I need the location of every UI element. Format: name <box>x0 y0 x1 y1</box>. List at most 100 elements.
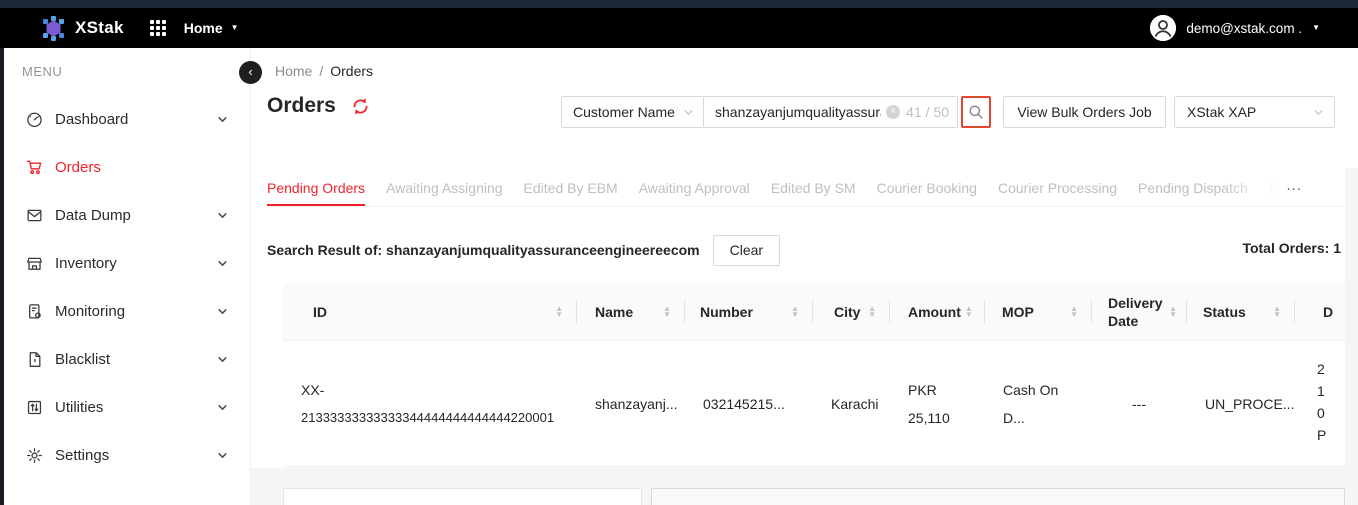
dashboard-gauge-icon <box>26 111 43 128</box>
toolbar: Customer Name × 41 / 50 <box>561 96 1335 128</box>
sidebar-item-monitoring[interactable]: Monitoring <box>4 287 250 335</box>
brand-logo[interactable]: XStak <box>40 15 124 42</box>
sidebar-item-label: Monitoring <box>55 303 125 320</box>
page-title: Orders <box>267 94 336 118</box>
top-navigation-bar: XStak Home ▼ demo@xstak.com . ▼ <box>0 8 1358 48</box>
chevron-down-icon <box>217 402 228 413</box>
user-email: demo@xstak.com . <box>1186 21 1302 36</box>
clear-search-button[interactable]: Clear <box>713 235 780 266</box>
order-table-row: XX- 21333333333333344444444444444220001 … <box>283 341 1345 467</box>
sidebar-item-label: Blacklist <box>55 351 110 368</box>
char-counter: 41 / 50 <box>906 104 949 120</box>
user-menu[interactable]: demo@xstak.com . ▼ <box>1150 15 1320 41</box>
xap-select[interactable]: XStak XAP <box>1174 96 1335 128</box>
search-icon <box>968 104 984 120</box>
tab-awaiting-approval[interactable]: Awaiting Approval <box>639 170 750 206</box>
search-input-wrap: × 41 / 50 <box>703 96 958 128</box>
caret-down-icon: ▼ <box>1312 24 1320 32</box>
sidebar-item-label: Dashboard <box>55 111 128 128</box>
cell-city: Karachi <box>813 390 890 418</box>
breadcrumb-separator: / <box>319 63 323 79</box>
sort-icon[interactable]: ▲▼ <box>555 306 563 318</box>
order-status-tabs: Pending Orders Awaiting Assigning Edited… <box>267 170 1345 207</box>
chevron-left-icon: ‹ <box>248 65 252 78</box>
apps-grid-icon[interactable] <box>150 20 166 36</box>
caret-down-icon: ▼ <box>231 24 239 32</box>
envelope-icon <box>26 207 43 224</box>
tab-edited-by-ebm[interactable]: Edited By EBM <box>524 170 618 206</box>
clear-input-icon[interactable]: × <box>886 105 900 119</box>
breadcrumb-current: Orders <box>330 63 373 79</box>
sidebar-item-utilities[interactable]: Utilities <box>4 383 250 431</box>
user-avatar-icon <box>1150 15 1176 41</box>
column-header-amount[interactable]: Amount ▲▼ <box>890 283 985 340</box>
sort-icon[interactable]: ▲▼ <box>1070 306 1078 318</box>
xap-select-value: XStak XAP <box>1187 104 1256 120</box>
cell-amount: PKR 25,110 <box>890 376 985 432</box>
sidebar-item-data-dump[interactable]: Data Dump <box>4 191 250 239</box>
file-icon <box>26 351 43 368</box>
view-bulk-orders-job-button[interactable]: View Bulk Orders Job <box>1003 96 1166 128</box>
tab-courier-processing[interactable]: Courier Processing <box>998 170 1117 206</box>
cart-icon <box>26 159 43 176</box>
xstak-logo-icon <box>40 15 67 42</box>
sort-icon[interactable]: ▲▼ <box>868 306 876 318</box>
sidebar-item-label: Inventory <box>55 255 117 272</box>
column-header-mop[interactable]: MOP ▲▼ <box>985 283 1092 340</box>
cell-order-id: XX- 21333333333333344444444444444220001 <box>283 376 577 432</box>
sort-icon[interactable]: ▲▼ <box>1273 306 1281 318</box>
sidebar-item-dashboard[interactable]: Dashboard <box>4 95 250 143</box>
total-orders-count: Total Orders: 1 <box>1242 240 1341 256</box>
sidebar: MENU Dashboard Orders <box>0 48 251 505</box>
sidebar-item-orders[interactable]: Orders <box>4 143 250 191</box>
cell-status: UN_PROCE... <box>1187 390 1295 418</box>
tab-courier-booking[interactable]: Courier Booking <box>877 170 977 206</box>
breadcrumb-home-link[interactable]: Home <box>275 63 312 79</box>
bottom-panel-left <box>283 488 642 505</box>
column-header-status[interactable]: Status ▲▼ <box>1187 283 1295 340</box>
column-header-date-clipped[interactable]: D <box>1295 283 1345 340</box>
search-button[interactable] <box>961 96 991 128</box>
store-icon <box>26 255 43 272</box>
sort-icon[interactable]: ▲▼ <box>1169 306 1177 318</box>
column-header-delivery-date[interactable]: Delivery Date ▲▼ <box>1092 283 1187 340</box>
chevron-down-icon <box>683 107 694 118</box>
sort-icon[interactable]: ▲▼ <box>791 306 799 318</box>
sidebar-item-settings[interactable]: Settings <box>4 431 250 479</box>
sidebar-collapse-button[interactable]: ‹ <box>239 61 262 84</box>
sort-icon[interactable]: ▲▼ <box>663 306 671 318</box>
column-header-id[interactable]: ID ▲▼ <box>283 283 577 340</box>
refresh-icon[interactable] <box>351 97 370 116</box>
column-header-city[interactable]: City ▲▼ <box>813 283 890 340</box>
column-header-number[interactable]: Number ▲▼ <box>685 283 813 340</box>
search-input[interactable] <box>715 104 881 120</box>
sidebar-menu-label: MENU <box>22 64 250 79</box>
sidebar-item-label: Settings <box>55 447 109 464</box>
tab-awaiting-assigning[interactable]: Awaiting Assigning <box>386 170 502 206</box>
column-header-name[interactable]: Name ▲▼ <box>577 283 685 340</box>
tabs-more-button[interactable]: ... <box>1286 170 1302 202</box>
sidebar-item-inventory[interactable]: Inventory <box>4 239 250 287</box>
chevron-down-icon <box>217 258 228 269</box>
content-area: ‹ Home/Orders Orders Custome <box>251 48 1358 505</box>
breadcrumb: Home / Orders <box>275 63 373 79</box>
right-gutter <box>1345 168 1358 505</box>
sidebar-item-label: Orders <box>55 159 101 176</box>
chevron-down-icon <box>217 450 228 461</box>
sort-icon[interactable]: ▲▼ <box>965 306 973 318</box>
cell-phone-number: 032145215... <box>685 390 813 418</box>
browser-top-strip <box>0 0 1358 8</box>
cell-date-clipped: 210P <box>1295 358 1345 449</box>
sidebar-item-label: Data Dump <box>55 207 131 224</box>
chevron-down-icon <box>1313 107 1324 118</box>
tab-pending-orders[interactable]: Pending Orders <box>267 170 365 206</box>
tab-edited-by-sm[interactable]: Edited By SM <box>771 170 856 206</box>
nav-home-menu[interactable]: Home ▼ <box>184 20 239 36</box>
bottom-panel-right <box>651 488 1345 505</box>
sidebar-item-label: Utilities <box>55 399 103 416</box>
sidebar-item-blacklist[interactable]: Blacklist <box>4 335 250 383</box>
chevron-down-icon <box>217 354 228 365</box>
search-field-select[interactable]: Customer Name <box>561 96 704 128</box>
gear-icon <box>26 447 43 464</box>
orders-table-header: ID ▲▼ Name ▲▼ Number ▲▼ City ▲▼ Amount <box>283 283 1345 341</box>
